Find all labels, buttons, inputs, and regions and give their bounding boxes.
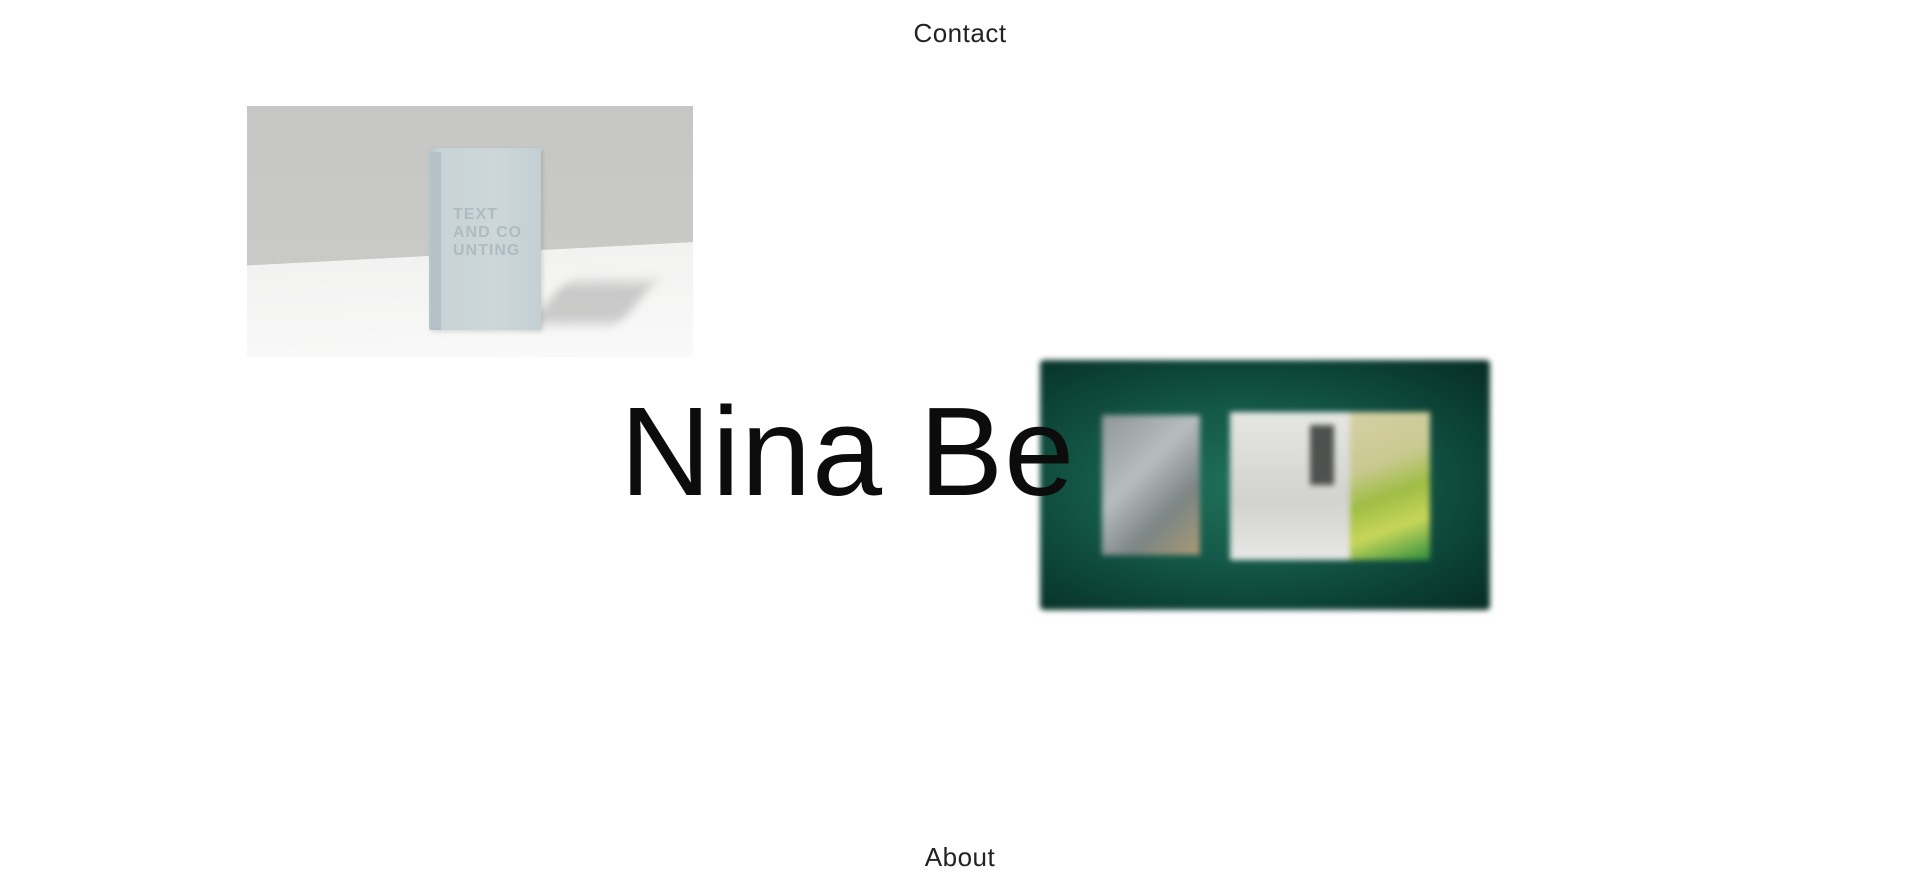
magazine-page-image	[1310, 425, 1334, 485]
project-thumbnail-magazine[interactable]	[1040, 360, 1490, 610]
hero-name-title: Nina Be	[620, 381, 1076, 522]
contact-link[interactable]: Contact	[0, 18, 1920, 49]
magazine-page-right	[1350, 412, 1430, 560]
book-spine	[431, 152, 441, 330]
portfolio-page: Contact TEXT AND CO UNTING Nina Be About	[0, 0, 1920, 895]
book-cover-text: TEXT AND CO UNTING	[453, 206, 523, 259]
project-thumbnail-book[interactable]: TEXT AND CO UNTING	[247, 106, 693, 357]
magazine-page-left	[1102, 415, 1200, 555]
about-link[interactable]: About	[0, 842, 1920, 873]
